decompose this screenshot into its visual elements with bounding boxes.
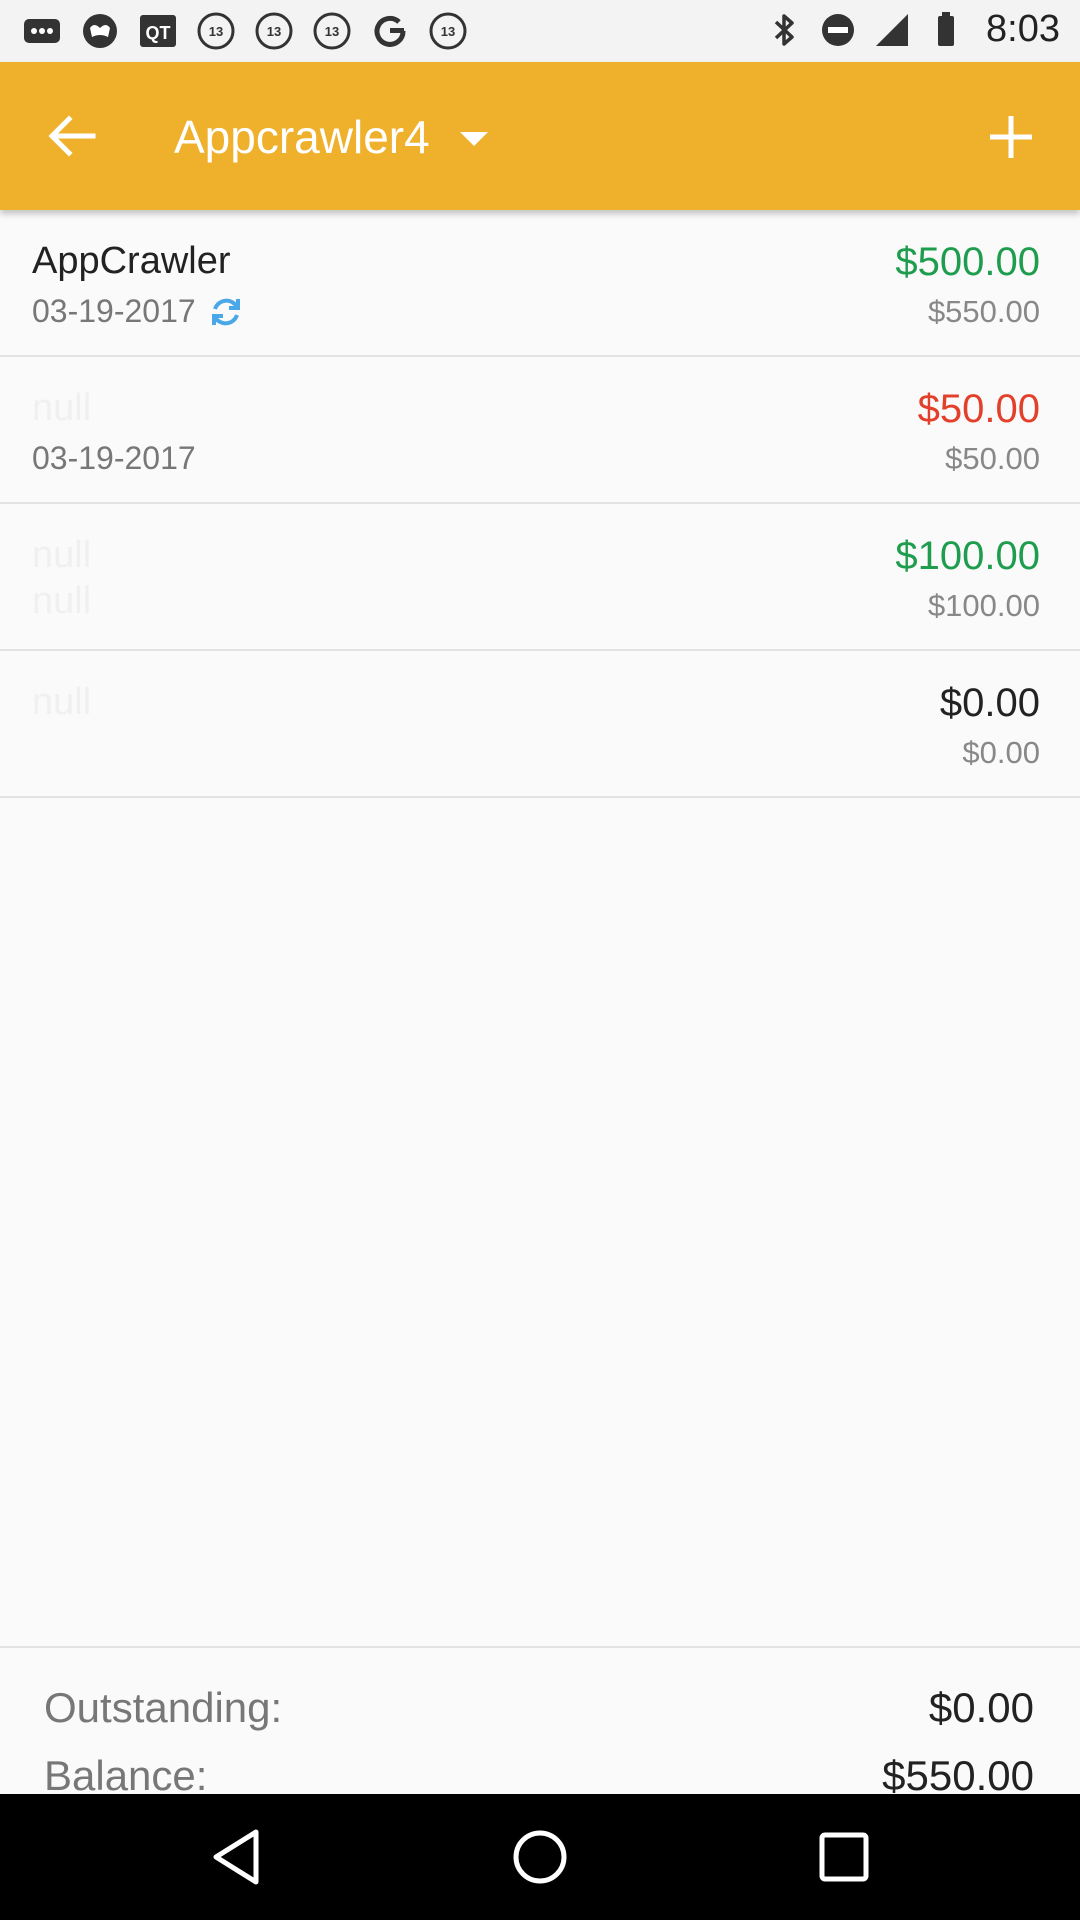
item-total: $50.00 <box>945 441 1040 476</box>
item-name: null <box>32 681 92 723</box>
navigation-bar <box>0 1794 1080 1920</box>
plus-icon <box>990 116 1032 158</box>
item-total: $0.00 <box>962 735 1040 770</box>
qt-icon: QT <box>138 11 178 51</box>
app-toolbar: Appcrawler4 <box>0 62 1080 210</box>
svg-text:13: 13 <box>267 24 281 39</box>
item-total: $100.00 <box>927 588 1040 623</box>
svg-text:13: 13 <box>441 24 455 39</box>
system-icons: 8:03 <box>764 8 1060 51</box>
account-selector[interactable]: Appcrawler4 <box>174 102 488 172</box>
summary-panel: Outstanding: $0.00 Balance: $550.00 <box>0 1646 1080 1799</box>
sync-icon <box>211 298 240 325</box>
item-amount: $500.00 <box>895 240 1040 284</box>
list-item[interactable]: null null $100.00 $100.00 <box>0 504 1080 651</box>
notification-icons: QT 13 13 13 13 <box>22 11 468 51</box>
item-date: 03-19-2017 <box>32 293 196 329</box>
item-name: null <box>32 534 92 576</box>
item-date-row: 03-19-2017 <box>32 293 244 330</box>
item-subtitle: null <box>32 580 92 622</box>
item-name: AppCrawler <box>32 240 231 282</box>
balance-label: Balance: <box>44 1752 208 1799</box>
item-amount: $0.00 <box>939 681 1040 725</box>
list-item[interactable]: AppCrawler 03-19-2017 $500.00 $550.00 <box>0 210 1080 357</box>
google-icon <box>370 11 410 51</box>
bluetooth-icon <box>774 13 794 46</box>
signal-icon <box>876 13 909 46</box>
list-item[interactable]: null $0.00 $0.00 <box>0 651 1080 798</box>
recents-nav-button[interactable] <box>809 1822 879 1892</box>
list-item[interactable]: null 03-19-2017 $50.00 $50.00 <box>0 357 1080 504</box>
abc13-icon: 13 <box>428 11 468 51</box>
more-icon <box>22 11 62 51</box>
outstanding-value: $0.00 <box>928 1684 1034 1731</box>
outstanding-label: Outstanding: <box>44 1684 283 1731</box>
home-nav-button[interactable] <box>505 1822 575 1892</box>
abc13-icon: 13 <box>312 11 352 51</box>
notification-icon <box>80 11 120 51</box>
svg-text:QT: QT <box>146 23 171 43</box>
home-circle-icon <box>513 1830 567 1884</box>
transaction-list: AppCrawler 03-19-2017 $500.00 $550.00 nu… <box>0 210 1080 798</box>
battery-icon <box>938 11 955 46</box>
item-name: null <box>32 387 92 429</box>
recents-square-icon <box>819 1832 869 1882</box>
status-bar: QT 13 13 13 13 8:03 <box>0 0 1080 62</box>
account-title: Appcrawler4 <box>174 111 430 163</box>
abc13-icon: 13 <box>196 11 236 51</box>
svg-text:13: 13 <box>209 24 223 39</box>
chevron-down-icon <box>459 132 488 146</box>
back-triangle-icon <box>213 1829 259 1885</box>
item-date: 03-19-2017 <box>32 440 196 476</box>
abc13-icon: 13 <box>254 11 294 51</box>
back-button[interactable] <box>36 104 108 168</box>
balance-value: $550.00 <box>882 1752 1034 1799</box>
arrow-left-icon <box>48 115 96 157</box>
svg-text:13: 13 <box>325 24 339 39</box>
clock: 8:03 <box>986 8 1060 50</box>
do-not-disturb-icon <box>822 13 855 46</box>
item-amount: $100.00 <box>895 534 1040 578</box>
outstanding-row: Outstanding: $0.00 <box>0 1684 1080 1744</box>
add-button[interactable] <box>978 104 1044 170</box>
back-nav-button[interactable] <box>201 1822 271 1892</box>
item-amount: $50.00 <box>917 387 1040 431</box>
item-total: $550.00 <box>927 294 1040 329</box>
